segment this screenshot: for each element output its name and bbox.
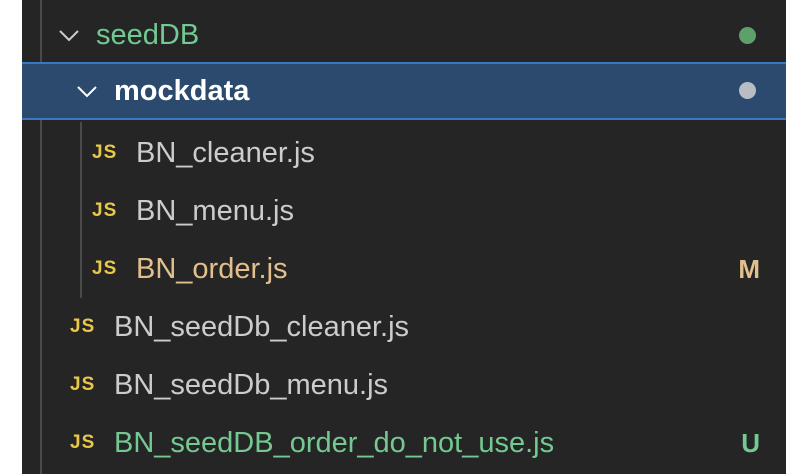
file-label: BN_order.js <box>136 252 288 285</box>
javascript-file-icon: JS <box>70 374 96 395</box>
git-modified-badge: M <box>738 253 760 284</box>
file-label: BN_seedDB_order_do_not_use.js <box>114 426 555 459</box>
javascript-file-icon: JS <box>92 258 118 279</box>
javascript-file-icon: JS <box>92 142 118 163</box>
git-status-dot <box>739 27 756 44</box>
file-label: BN_cleaner.js <box>136 136 315 169</box>
file-label: BN_seedDb_menu.js <box>114 368 389 401</box>
file-item[interactable]: JS BN_menu.js <box>22 182 786 240</box>
folder-label: mockdata <box>114 74 250 107</box>
file-label: BN_seedDb_cleaner.js <box>114 310 410 343</box>
file-item[interactable]: JS BN_seedDb_menu.js <box>22 356 786 414</box>
file-explorer: seedDB mockdata JS BN_cleaner.js JS BN_m… <box>22 0 786 474</box>
javascript-file-icon: JS <box>70 432 96 453</box>
file-item[interactable]: JS BN_order.js M <box>22 240 786 298</box>
folder-mockdata[interactable]: mockdata <box>22 62 786 120</box>
javascript-file-icon: JS <box>70 316 96 337</box>
folder-seeddb[interactable]: seedDB <box>22 6 786 64</box>
folder-label: seedDB <box>96 18 200 51</box>
file-label: BN_menu.js <box>136 194 294 227</box>
file-item[interactable]: JS BN_cleaner.js <box>22 124 786 182</box>
chevron-down-icon[interactable] <box>74 78 100 104</box>
chevron-down-icon[interactable] <box>56 22 82 48</box>
git-untracked-badge: U <box>741 427 760 458</box>
javascript-file-icon: JS <box>92 200 118 221</box>
file-item[interactable]: JS BN_seedDB_order_do_not_use.js U <box>22 414 786 472</box>
git-status-dot <box>739 82 756 99</box>
file-item[interactable]: JS BN_seedDb_cleaner.js <box>22 298 786 356</box>
